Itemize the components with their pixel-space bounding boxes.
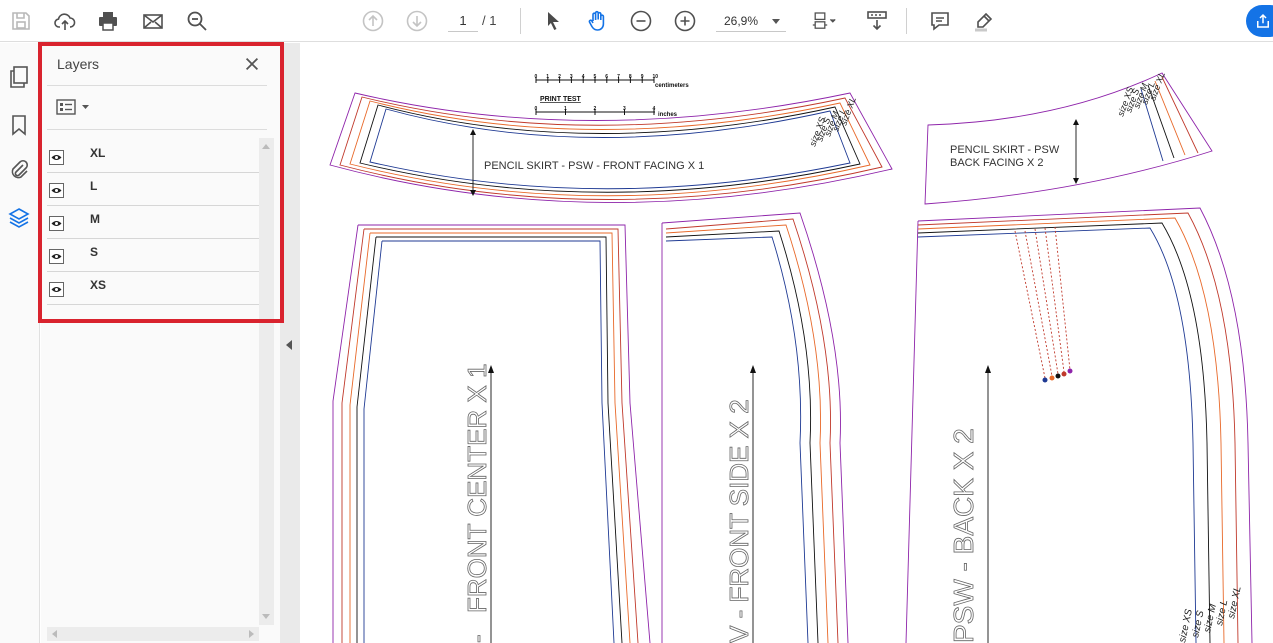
zoom-out-icon[interactable] — [626, 6, 656, 36]
next-page-icon[interactable] — [402, 6, 432, 36]
previous-page-icon[interactable] — [358, 6, 388, 36]
find-text-icon[interactable] — [182, 6, 212, 36]
highlight-pen-icon[interactable] — [969, 6, 999, 36]
scale-tick-label: 7 — [617, 74, 620, 80]
zoom-level-select[interactable]: 26,9% — [716, 10, 786, 32]
size-labels-back-piece: size XSsize Ssize Msize Lsize XL — [1177, 585, 1244, 643]
bookmark-icon[interactable] — [7, 113, 31, 137]
front-side-piece: V - FRONT SIDE X 2 — [661, 212, 849, 643]
layers-icon[interactable] — [7, 206, 31, 230]
front-side-label: V - FRONT SIDE X 2 — [724, 399, 754, 643]
back-label: PSW - BACK X 2 — [948, 428, 979, 643]
page-number-input[interactable]: 1 — [448, 10, 478, 32]
scale-unit-cm: centimeters — [655, 83, 689, 89]
scroll-down-icon[interactable] — [262, 614, 270, 619]
share-icon — [1257, 13, 1269, 28]
main-toolbar: 1 / 1 26,9% — [0, 0, 1273, 42]
front-facing-label: PENCIL SKIRT - PSW - FRONT FACING X 1 — [484, 160, 704, 172]
document-canvas[interactable]: 0 1 2 3 4 5 6 7 8 9 10 centimeters PRINT TEST 0 1 2 3… — [300, 43, 1273, 643]
scale-tick-label: 0 — [535, 74, 538, 80]
scale-tick-label: 2 — [594, 106, 597, 112]
annotation-highlight-box — [38, 42, 284, 323]
comment-icon[interactable] — [925, 6, 955, 36]
size-labels-front-facing: size XSsize Ssize Msize Lsize XL — [807, 96, 857, 148]
page-thumbnails-icon[interactable] — [7, 65, 31, 89]
email-icon[interactable] — [138, 6, 168, 36]
print-icon[interactable] — [93, 6, 123, 36]
attachment-icon[interactable] — [7, 158, 31, 182]
scale-tick-label: 4 — [653, 106, 656, 112]
navigation-rail — [0, 43, 40, 643]
scale-tick-label: 9 — [641, 74, 644, 80]
save-icon[interactable] — [6, 6, 36, 36]
front-center-piece: FRONT CENTER X 1 - — [332, 224, 651, 643]
back-piece: PSW - BACK X 2 — [905, 207, 1253, 643]
scale-tick-label: 4 — [582, 74, 585, 80]
print-test-label: PRINT TEST — [540, 96, 582, 103]
page-total-label: / 1 — [482, 13, 497, 28]
scale-unit-in: inches — [658, 112, 678, 118]
front-facing-piece: PENCIL SKIRT - PSW - FRONT FACING X 1 — [329, 92, 893, 203]
page-display-icon[interactable] — [806, 6, 842, 36]
back-facing-piece: PENCIL SKIRT - PSW BACK FACING X 2 — [924, 72, 1213, 205]
upload-cloud-icon[interactable] — [50, 6, 80, 36]
scale-tick-label: 3 — [570, 74, 573, 80]
chevron-down-icon — [772, 19, 780, 24]
scale-tick-label: 1 — [564, 106, 567, 112]
select-cursor-icon[interactable] — [538, 6, 568, 36]
scale-tick-label: 5 — [594, 74, 597, 80]
toolbar-divider — [906, 8, 907, 34]
size-label: size XL — [1226, 585, 1244, 619]
scale-tick-label: 6 — [605, 74, 608, 80]
horizontal-scrollbar[interactable] — [47, 627, 259, 641]
scale-tick-label: 3 — [623, 106, 626, 112]
scale-tick-label: 1 — [546, 74, 549, 80]
front-center-label: FRONT CENTER X 1 — [462, 364, 492, 613]
hand-tool-icon[interactable] — [582, 6, 612, 36]
share-button[interactable] — [1246, 5, 1273, 37]
toolbar-divider — [520, 8, 521, 34]
scroll-right-icon[interactable] — [249, 630, 254, 638]
size-labels-back-facing: size XSsize Ssize Msize Lsize XL — [1115, 71, 1166, 118]
back-facing-label-2: BACK FACING X 2 — [950, 157, 1044, 169]
back-facing-label-1: PENCIL SKIRT - PSW — [950, 144, 1060, 156]
label-dash: - — [462, 634, 492, 643]
scrolling-mode-icon[interactable] — [862, 6, 892, 36]
scale-tick-label: 10 — [653, 74, 659, 80]
zoom-level-value: 26,9% — [724, 14, 759, 28]
scale-tick-label: 0 — [535, 106, 538, 112]
scale-tick-label: 2 — [558, 74, 561, 80]
scale-tick-label: 8 — [629, 74, 632, 80]
pattern-page: 0 1 2 3 4 5 6 7 8 9 10 centimeters PRINT TEST 0 1 2 3… — [329, 71, 1253, 643]
acrobat-window: 1 / 1 26,9% Layers XL L M S XS 0 1 2 3 4… — [0, 0, 1273, 643]
scroll-left-icon[interactable] — [52, 630, 57, 638]
print-test-scale: 0 1 2 3 4 5 6 7 8 9 10 centimeters PRINT TEST 0 1 2 3… — [535, 74, 690, 118]
collapse-arrow-icon[interactable] — [286, 340, 292, 350]
zoom-in-icon[interactable] — [670, 6, 700, 36]
